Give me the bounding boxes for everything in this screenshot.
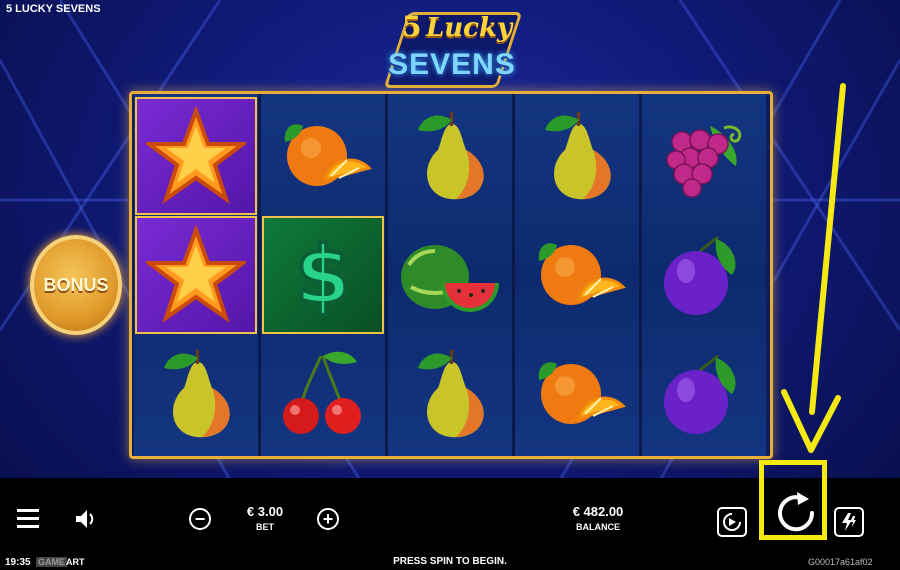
arrow-down-icon [781,83,846,453]
reel-symbol [135,335,257,453]
reel-symbol [262,335,384,453]
reel-symbol [643,97,765,215]
bet-value: € 3.00 [246,504,284,519]
pear-icon [418,112,484,200]
reel-symbol [135,97,257,215]
increase-bet-button[interactable]: + [317,508,339,530]
decrease-bet-button[interactable]: − [189,508,211,530]
reel-symbol [389,216,511,334]
autoplay-button[interactable] [717,507,747,537]
game-title: 5 LUCKY SEVENS [6,3,101,15]
bonus-button[interactable]: BONUS [30,235,122,335]
reel-symbol [516,335,638,453]
logo-lucky: Lucky [426,13,513,43]
orange-icon [538,362,626,424]
reel-symbol [516,97,638,215]
reel-symbol [262,97,384,215]
reel-5 [642,94,766,456]
dollar-icon: $ [293,227,353,324]
spin-highlight-box [759,460,827,540]
game-logo: 5 Lucky SEVENS [362,8,538,88]
status-message: PRESS SPIN TO BEGIN. [393,556,507,567]
star-icon [146,225,246,324]
cherry-icon [283,351,361,434]
turbo-button[interactable] [834,507,864,537]
plus-icon: + [322,509,334,529]
reel-4 [515,94,639,456]
star-icon [146,106,246,205]
reels-grid: $ [129,91,773,459]
orange-icon [284,124,372,186]
minus-icon: − [194,509,206,529]
reel-symbol [643,216,765,334]
brand-logo-right: ART [66,557,85,567]
sound-icon[interactable] [74,508,98,530]
reel-symbol: $ [262,216,384,334]
reel-symbol [389,97,511,215]
reel-symbol [643,335,765,453]
orange-icon [538,243,626,305]
bonus-label: BONUS [43,274,109,295]
watermelon-icon [401,245,499,312]
brand-logo-left: GAME [36,557,67,567]
pear-icon [545,112,611,200]
logo-sevens: SEVENS [388,48,516,81]
pear-icon [164,350,230,438]
svg-text:$: $ [295,229,351,322]
plum-icon [664,354,736,434]
reel-symbol [389,335,511,453]
clock: 19:35 [5,557,31,568]
logo-five: 5 [402,10,422,43]
balance-label: BALANCE [576,522,620,532]
pear-icon [418,350,484,438]
grapes-icon [666,125,742,198]
reel-symbol [516,216,638,334]
reel-2: $ [261,94,385,456]
reel-1 [134,94,258,456]
autoplay-icon [723,513,741,531]
plum-icon [664,235,736,315]
balance-value: € 482.00 [572,504,624,519]
lightning-icon [842,513,856,531]
bet-label: BET [256,522,274,532]
round-id: G00017a61af02 [808,557,873,567]
menu-icon[interactable] [17,509,39,529]
reel-symbol [135,216,257,334]
reel-3 [388,94,512,456]
